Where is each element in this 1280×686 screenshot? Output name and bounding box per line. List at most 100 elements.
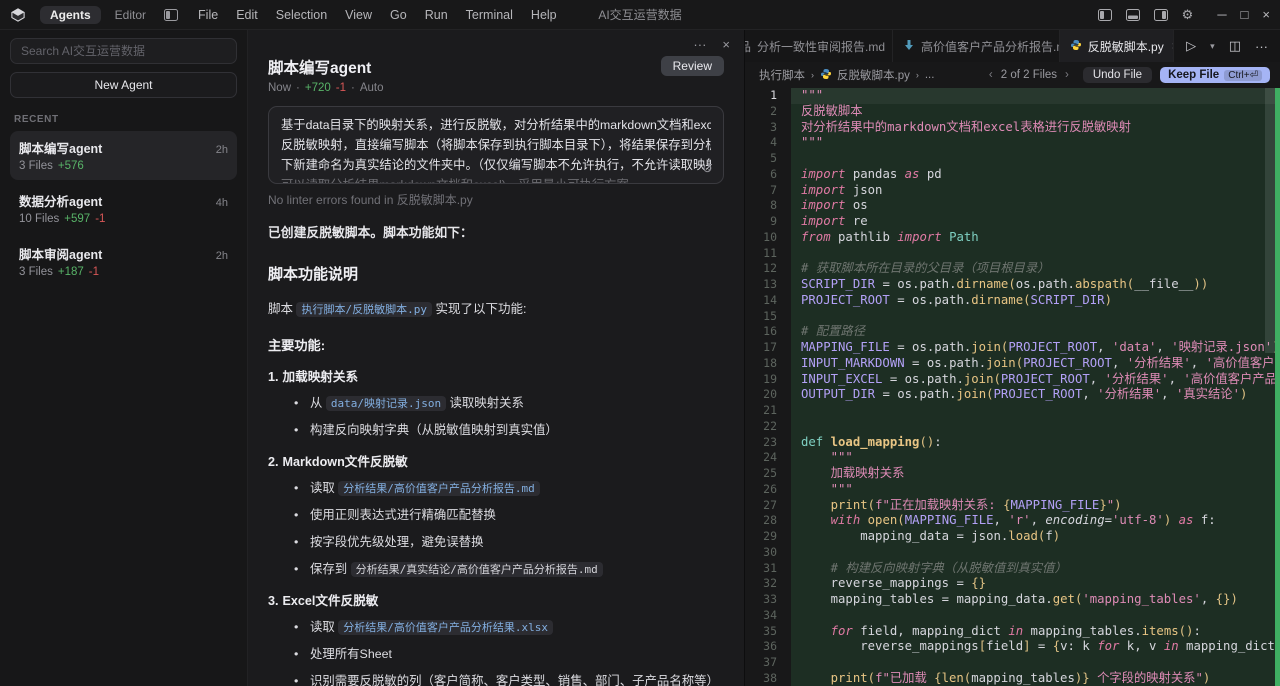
tab-editor[interactable]: Editor [115, 8, 146, 22]
menu-go[interactable]: Go [390, 8, 407, 22]
line-number: 20 [745, 387, 791, 403]
breadcrumb-item[interactable]: ... [925, 69, 935, 81]
menu-edit[interactable]: Edit [236, 8, 258, 22]
toggle-left-panel-icon[interactable] [1098, 9, 1112, 21]
editor-more-icon[interactable]: ··· [1255, 39, 1268, 54]
keep-file-button[interactable]: Keep File Ctrl+⏎ [1160, 67, 1270, 83]
code-editor[interactable]: 1"""2反脱敏脚本3对分析结果中的markdown文档和excel表格进行反脱… [745, 88, 1280, 686]
code-line: 9import re [745, 214, 1280, 230]
breadcrumb-item[interactable]: 反脱敏脚本.py [820, 67, 910, 83]
editor-tab[interactable]: 品分析一致性审阅报告.md● [745, 30, 893, 62]
agent-stats: 3 Files+187-1 [19, 266, 228, 278]
next-file-icon[interactable]: › [1065, 69, 1069, 81]
feature-title: 1.加载映射关系 [268, 366, 724, 385]
diff-removed: -1 [336, 82, 346, 94]
code-line: 5 [745, 151, 1280, 167]
feature-number: 3. [268, 594, 279, 608]
menu-file[interactable]: File [198, 8, 218, 22]
code-line: 17MAPPING_FILE = os.path.join(PROJECT_RO… [745, 340, 1280, 356]
toggle-bottom-panel-icon[interactable] [1126, 9, 1140, 21]
line-content [791, 655, 1280, 671]
editor-tab[interactable]: 高价值客户产品分析报告.md [893, 30, 1060, 62]
new-agent-button[interactable]: New Agent [10, 72, 237, 98]
chat-meta: Now· +720 -1· Auto [268, 82, 724, 94]
titlebar-controls: ⚙ ─ □ × [1098, 7, 1270, 23]
diff-removed: -1 [89, 266, 99, 278]
bullet-text: 读取 分析结果/高价值客户产品分析结果.xlsx [310, 619, 553, 636]
breadcrumb-item[interactable]: 执行脚本 [759, 67, 805, 83]
restore-message-icon[interactable]: ↺ [702, 161, 713, 177]
review-button[interactable]: Review [661, 56, 724, 76]
line-number: 2 [745, 104, 791, 120]
crumb-label: 执行脚本 [759, 67, 805, 83]
line-content: INPUT_EXCEL = os.path.join(PROJECT_ROOT,… [791, 372, 1280, 388]
script-path-line: 脚本 执行脚本/反脱敏脚本.py 实现了以下功能: [268, 298, 724, 317]
bullet-text: 保存到 分析结果/真实结论/高价值客户产品分析报告.md [310, 561, 603, 578]
user-message-line: 基于data目录下的映射关系，进行反脱敏，对分析结果中的markdown文档和e… [281, 115, 711, 135]
undo-file-button[interactable]: Undo File [1083, 67, 1152, 83]
layout-panel-icon[interactable] [164, 9, 178, 21]
recent-agent-item[interactable]: 数据分析agent4h10 Files+597-1 [10, 184, 237, 233]
line-number: 31 [745, 561, 791, 577]
feature-bullet: •按字段优先级处理，避免误替换 [294, 534, 724, 551]
response-heading: 脚本功能说明 [268, 263, 724, 284]
feature-list: 1.加载映射关系•从 data/映射记录.json 读取映射关系•构建反向映射字… [268, 366, 724, 686]
run-file-icon[interactable]: ▷ [1186, 38, 1196, 54]
feature-title: 3.Excel文件反脱敏 [268, 590, 724, 609]
python-file-icon [1070, 39, 1082, 54]
close-chat-icon[interactable]: × [722, 37, 730, 52]
minimize-button[interactable]: ─ [1217, 7, 1226, 22]
editor-scrollbar[interactable] [1265, 88, 1275, 353]
prev-file-icon[interactable]: ‹ [989, 69, 993, 81]
code-line: 20OUTPUT_DIR = os.path.join(PROJECT_ROOT… [745, 387, 1280, 403]
run-dropdown-icon[interactable]: ▾ [1210, 41, 1215, 52]
menu-run[interactable]: Run [425, 8, 448, 22]
line-number: 21 [745, 403, 791, 419]
editor-tab[interactable]: 反脱敏脚本.py× [1060, 30, 1174, 62]
diff-removed: -1 [95, 213, 105, 225]
diff-added: +720 [305, 82, 331, 94]
menu-selection[interactable]: Selection [276, 8, 327, 22]
bullet-text: 读取 分析结果/高价值客户产品分析报告.md [310, 480, 540, 497]
inline-code-chip: data/映射记录.json [326, 396, 446, 411]
tab-agents[interactable]: Agents [40, 6, 101, 24]
close-button[interactable]: × [1262, 7, 1270, 22]
breadcrumb: 执行脚本›反脱敏脚本.py›... [759, 67, 934, 83]
recent-agent-item[interactable]: 脚本审阅agent2h3 Files+187-1 [10, 237, 237, 286]
maximize-button[interactable]: □ [1241, 7, 1249, 22]
app-logo-icon [10, 7, 26, 23]
settings-gear-icon[interactable]: ⚙ [1182, 7, 1194, 23]
recent-list: 脚本编写agent2h3 Files+576数据分析agent4h10 File… [10, 131, 237, 286]
crumb-label: 反脱敏脚本.py [837, 67, 910, 83]
line-content: # 构建反向映射字典（从脱敏值到真实值） [791, 561, 1280, 577]
bullet-dot: • [294, 534, 310, 551]
menu-terminal[interactable]: Terminal [466, 8, 513, 22]
keep-file-shortcut: Ctrl+⏎ [1224, 70, 1262, 81]
line-number: 17 [745, 340, 791, 356]
user-message-box[interactable]: 基于data目录下的映射关系，进行反脱敏，对分析结果中的markdown文档和e… [268, 106, 724, 184]
feature-item: 2.Markdown文件反脱敏•读取 分析结果/高价值客户产品分析报告.md•使… [268, 451, 724, 578]
code-line: 1""" [745, 88, 1280, 104]
line-content: """ [791, 482, 1280, 498]
feature-bullet: •识别需要反脱敏的列（客户简称、客户类型、销售、部门、子产品名称等） [294, 673, 724, 686]
menu-help[interactable]: Help [531, 8, 557, 22]
diff-added: +187 [58, 266, 84, 278]
code-line: 19INPUT_EXCEL = os.path.join(PROJECT_ROO… [745, 372, 1280, 388]
more-options-icon[interactable]: ··· [693, 37, 706, 52]
response-intro: 已创建反脱敏脚本。脚本功能如下： [268, 222, 724, 241]
search-input[interactable] [10, 38, 237, 64]
line-content [791, 608, 1280, 624]
menu-view[interactable]: View [345, 8, 372, 22]
line-content: with open(MAPPING_FILE, 'r', encoding='u… [791, 513, 1280, 529]
line-content: import pandas as pd [791, 167, 1280, 183]
line-number: 24 [745, 450, 791, 466]
split-editor-icon[interactable]: ◫ [1229, 38, 1241, 54]
line-content: import json [791, 183, 1280, 199]
line-content: SCRIPT_DIR = os.path.dirname(os.path.abs… [791, 277, 1280, 293]
recent-agent-item[interactable]: 脚本编写agent2h3 Files+576 [10, 131, 237, 180]
feature-name: Markdown文件反脱敏 [283, 455, 408, 469]
agent-stats: 3 Files+576 [19, 160, 228, 172]
line-content: print(f"正在加载映射关系: {MAPPING_FILE}") [791, 498, 1280, 514]
feature-bullet: •构建反向映射字典（从脱敏值映射到真实值） [294, 422, 724, 439]
toggle-right-panel-icon[interactable] [1154, 9, 1168, 21]
